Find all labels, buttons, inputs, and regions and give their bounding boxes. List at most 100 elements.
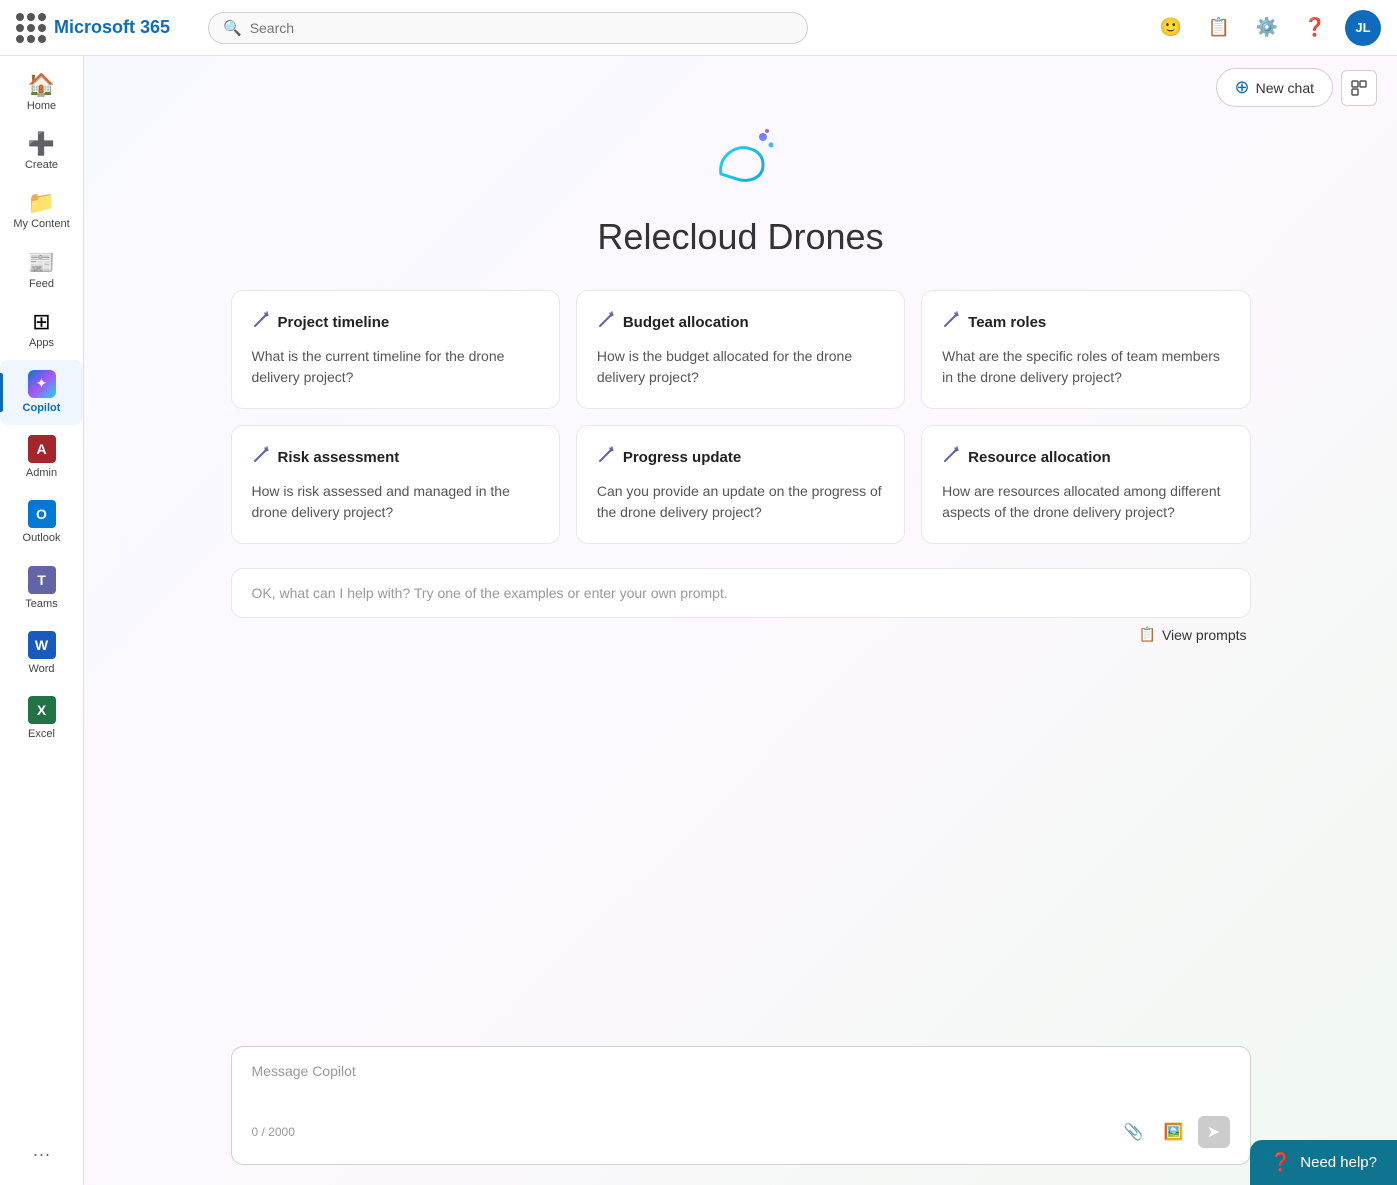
new-chat-label: New chat <box>1256 80 1314 96</box>
content-header: ⊕ New chat <box>84 56 1397 119</box>
topbar-actions: 🙂 📋 ⚙️ ❓ JL <box>1153 10 1381 46</box>
teams-icon: T <box>28 566 56 594</box>
card-title: Team roles <box>968 314 1046 331</box>
sidebar-label-home: Home <box>27 100 56 113</box>
sidebar: 🏠 Home ➕ Create 📁 My Content 📰 Feed ⊞ Ap… <box>0 56 84 1185</box>
new-chat-icon: ⊕ <box>1235 77 1250 98</box>
card-budget-allocation[interactable]: Budget allocation How is the budget allo… <box>576 290 905 409</box>
more-button[interactable]: ··· <box>21 1132 63 1177</box>
search-icon: 🔍 <box>223 19 242 37</box>
magic-wand-icon <box>252 311 270 334</box>
view-prompts-button[interactable]: 📋 View prompts <box>1139 626 1247 643</box>
app-title: Microsoft 365 <box>54 17 170 38</box>
sidebar-item-create[interactable]: ➕ Create <box>0 123 83 182</box>
image-button[interactable]: 🖼️ <box>1158 1116 1190 1148</box>
magic-wand-icon <box>597 311 615 334</box>
feed-icon: 📰 <box>28 252 55 274</box>
grid-icon <box>16 13 46 43</box>
sidebar-item-apps[interactable]: ⊞ Apps <box>0 301 83 360</box>
admin-icon: A <box>28 435 56 463</box>
card-title: Risk assessment <box>278 449 400 466</box>
sidebar-label-copilot: Copilot <box>23 402 61 415</box>
card-resource-allocation[interactable]: Resource allocation How are resources al… <box>921 425 1250 544</box>
card-body: What is the current timeline for the dro… <box>252 346 539 388</box>
chat-input-box: 0 / 2000 📎 🖼️ ➤ <box>231 1046 1251 1165</box>
search-input[interactable] <box>250 20 793 36</box>
char-count: 0 / 2000 <box>252 1125 295 1139</box>
card-team-roles[interactable]: Team roles What are the specific roles o… <box>921 290 1250 409</box>
home-icon: 🏠 <box>28 74 55 96</box>
view-prompts-label: View prompts <box>1162 627 1247 643</box>
my-content-icon: 📁 <box>28 192 55 214</box>
content-area: ⊕ New chat <box>84 56 1397 1185</box>
sidebar-item-excel[interactable]: X Excel <box>0 686 83 751</box>
topbar-logo: Microsoft 365 <box>16 13 196 43</box>
sidebar-label-outlook: Outlook <box>23 532 61 545</box>
card-body: What are the specific roles of team memb… <box>942 346 1229 388</box>
word-icon: W <box>28 631 56 659</box>
card-title: Project timeline <box>278 314 390 331</box>
user-avatar[interactable]: JL <box>1345 10 1381 46</box>
view-prompts-row: 📋 View prompts <box>231 626 1251 643</box>
sidebar-item-my-content[interactable]: 📁 My Content <box>0 182 83 241</box>
card-header: Progress update <box>597 446 884 469</box>
sidebar-label-admin: Admin <box>26 467 57 480</box>
sidebar-item-word[interactable]: W Word <box>0 621 83 686</box>
hero-title: Relecloud Drones <box>597 216 883 258</box>
view-prompts-icon: 📋 <box>1139 626 1156 643</box>
search-box[interactable]: 🔍 <box>208 12 808 44</box>
help-icon[interactable]: ❓ <box>1297 10 1333 46</box>
input-hint[interactable]: OK, what can I help with? Try one of the… <box>231 568 1251 618</box>
sidebar-item-feed[interactable]: 📰 Feed <box>0 242 83 301</box>
card-title: Budget allocation <box>623 314 749 331</box>
card-body: How is risk assessed and managed in the … <box>252 481 539 523</box>
create-icon: ➕ <box>28 133 55 155</box>
sidebar-item-copilot[interactable]: ✦ Copilot <box>0 360 83 425</box>
expand-button[interactable] <box>1341 70 1377 106</box>
feedback-icon[interactable]: 🙂 <box>1153 10 1189 46</box>
card-body: Can you provide an update on the progres… <box>597 481 884 523</box>
chat-input-area: 0 / 2000 📎 🖼️ ➤ <box>84 1046 1397 1185</box>
card-header: Project timeline <box>252 311 539 334</box>
sidebar-item-home[interactable]: 🏠 Home <box>0 64 83 123</box>
sidebar-label-word: Word <box>28 663 54 676</box>
card-header: Risk assessment <box>252 446 539 469</box>
chat-input-actions: 📎 🖼️ ➤ <box>1118 1116 1230 1148</box>
card-project-timeline[interactable]: Project timeline What is the current tim… <box>231 290 560 409</box>
copilot-icon: ✦ <box>28 370 56 398</box>
cards-grid: Project timeline What is the current tim… <box>231 290 1251 544</box>
card-progress-update[interactable]: Progress update Can you provide an updat… <box>576 425 905 544</box>
sidebar-label-create: Create <box>25 159 58 172</box>
magic-wand-icon <box>942 311 960 334</box>
attach-button[interactable]: 📎 <box>1118 1116 1150 1148</box>
new-chat-button[interactable]: ⊕ New chat <box>1216 68 1333 107</box>
apps-icon: ⊞ <box>32 311 50 333</box>
hero-icon <box>701 119 781 204</box>
card-body: How is the budget allocated for the dron… <box>597 346 884 388</box>
topbar: Microsoft 365 🔍 🙂 📋 ⚙️ ❓ JL <box>0 0 1397 56</box>
content-scroll: Relecloud Drones Project timeline What i… <box>84 119 1397 1046</box>
magic-wand-icon <box>597 446 615 469</box>
chat-input[interactable] <box>252 1063 1230 1103</box>
sidebar-label-my-content: My Content <box>13 218 69 231</box>
need-help-button[interactable]: ❓ Need help? <box>1250 1140 1397 1185</box>
sidebar-label-feed: Feed <box>29 278 54 291</box>
send-button[interactable]: ➤ <box>1198 1116 1230 1148</box>
settings-icon[interactable]: ⚙️ <box>1249 10 1285 46</box>
sidebar-label-teams: Teams <box>25 598 57 611</box>
sidebar-item-teams[interactable]: T Teams <box>0 556 83 621</box>
card-header: Budget allocation <box>597 311 884 334</box>
card-title: Resource allocation <box>968 449 1111 466</box>
sidebar-item-admin[interactable]: A Admin <box>0 425 83 490</box>
hero-section: Relecloud Drones <box>597 119 883 258</box>
excel-icon: X <box>28 696 56 724</box>
card-body: How are resources allocated among differ… <box>942 481 1229 523</box>
card-risk-assessment[interactable]: Risk assessment How is risk assessed and… <box>231 425 560 544</box>
need-help-icon: ❓ <box>1270 1152 1292 1173</box>
sidebar-label-apps: Apps <box>29 337 54 350</box>
sidebar-label-excel: Excel <box>28 728 55 741</box>
card-header: Team roles <box>942 311 1229 334</box>
whiteboard-icon[interactable]: 📋 <box>1201 10 1237 46</box>
magic-wand-icon <box>252 446 270 469</box>
sidebar-item-outlook[interactable]: O Outlook <box>0 490 83 555</box>
